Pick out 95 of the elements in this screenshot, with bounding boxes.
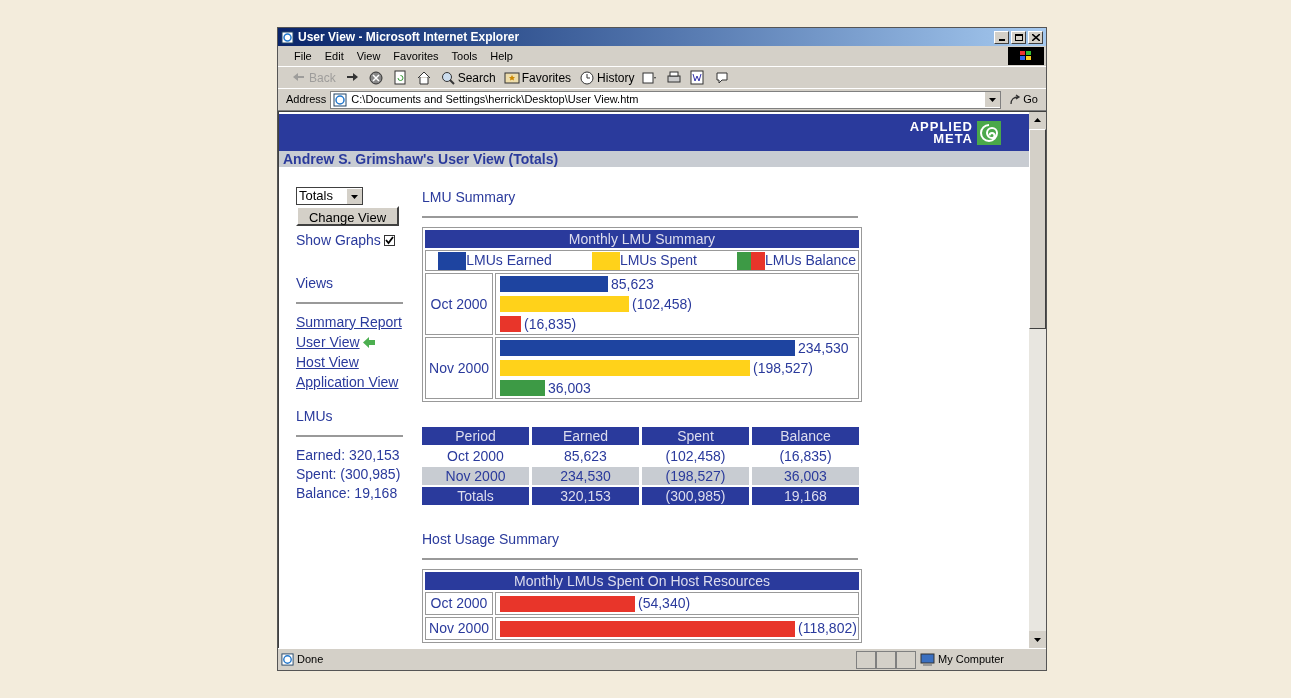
page-icon (333, 92, 348, 107)
table-cell-text: (102,458) (664, 447, 727, 465)
status-text: Done (297, 652, 324, 668)
spiral-logo-icon (977, 120, 1001, 145)
maximize-icon (1014, 33, 1023, 41)
legend-label: LMUs Earned (466, 251, 552, 270)
logo-text: APPLIED (909, 120, 973, 133)
refresh-icon (391, 69, 408, 86)
table-cell: Nov 2000 (422, 467, 529, 485)
close-button[interactable] (1028, 30, 1043, 44)
menu-item[interactable]: Favorites (387, 47, 445, 65)
page-icon (281, 653, 294, 666)
legend-label: LMUs Spent (619, 251, 697, 270)
security-zone-text: My Computer (938, 652, 1005, 668)
chart-title: Monthly LMUs Spent On Host Resources (425, 572, 859, 590)
vertical-scrollbar[interactable] (1029, 112, 1046, 648)
section-heading: LMUs (296, 407, 334, 426)
globe-page-icon (281, 30, 294, 44)
printer-icon (666, 69, 683, 86)
bar-value-label: 85,623 (610, 274, 654, 294)
checkmark-icon (384, 236, 394, 245)
view-link[interactable]: Summary Report (296, 311, 402, 333)
menu-item[interactable]: Edit (318, 47, 350, 65)
table-cell: 36,003 (752, 467, 859, 485)
status-bar-panel (896, 650, 916, 669)
bar-value-label: 36,003 (547, 378, 591, 398)
go-button[interactable]: Go (1005, 91, 1042, 108)
table-cell-text: Oct 2000 (446, 447, 505, 465)
column-header: Period (422, 427, 529, 445)
toolbar-button[interactable]: Search (436, 67, 499, 88)
category-label: Oct 2000 (425, 273, 493, 335)
stop-icon (367, 69, 384, 86)
view-link[interactable]: User View (296, 331, 375, 353)
totals-cell: (300,985) (642, 487, 749, 505)
change-view-button[interactable]: Change View (296, 206, 399, 226)
category-label: Nov 2000 (425, 617, 493, 640)
scroll-thumb[interactable] (1029, 129, 1046, 329)
view-link[interactable]: Application View (296, 371, 399, 393)
totals-cell: Totals (422, 487, 529, 505)
table-cell: 234,530 (532, 467, 639, 485)
totals-cell: 320,153 (532, 487, 639, 505)
star-folder-icon (503, 69, 520, 86)
home-icon (415, 69, 432, 86)
word-document-icon (690, 69, 707, 86)
category-label: Oct 2000 (425, 592, 493, 615)
bar-value-label: (198,527) (752, 358, 813, 378)
show-graphs-checkbox[interactable] (383, 235, 395, 246)
close-icon (1031, 33, 1040, 41)
logo-text: META (933, 132, 973, 145)
section-heading: Views (296, 274, 335, 293)
section-heading: LMU Summary (422, 188, 517, 207)
toolbar-button[interactable]: Favorites (500, 67, 575, 88)
menu-item[interactable]: View (350, 47, 387, 65)
address-label: Address (286, 92, 327, 108)
menu-item[interactable]: File (288, 47, 318, 65)
computer-icon (920, 652, 935, 667)
lmu-total-text: Spent: (300,985) (296, 465, 402, 483)
toolbar-button[interactable]: History (576, 67, 638, 88)
chart-title: Monthly LMU Summary (425, 230, 859, 248)
lmu-total-text: Earned: 320,153 (296, 446, 401, 464)
speech-bubble-icon (714, 69, 731, 86)
window-title: User View - Microsoft Internet Explorer (298, 29, 521, 46)
left-arrow-icon (362, 336, 375, 348)
show-graphs-label: Show Graphs (296, 231, 381, 250)
maximize-button[interactable] (1011, 30, 1026, 44)
menu-item[interactable]: Help (484, 47, 519, 65)
bar-value-label: (54,340) (637, 594, 691, 613)
clock-icon (579, 69, 596, 86)
bar-value-label: (16,835) (523, 314, 577, 334)
lmu-total-text: Balance: 19,168 (296, 484, 399, 502)
bar-value-label: 234,530 (797, 338, 849, 358)
table-cell: (198,527) (642, 467, 749, 485)
windows-logo-icon (1008, 47, 1044, 65)
table-cell-text: (16,835) (778, 447, 833, 465)
go-arrow-icon (1009, 93, 1022, 106)
table-cell-text: 85,623 (563, 447, 608, 465)
column-header: Spent (642, 427, 749, 445)
bar-value-label: (118,802) (797, 619, 857, 638)
totals-cell: 19,168 (752, 487, 859, 505)
section-heading: Host Usage Summary (422, 530, 560, 549)
status-bar-panel (876, 650, 896, 669)
view-link[interactable]: Host View (296, 351, 359, 373)
minimize-button[interactable] (994, 30, 1009, 44)
minimize-icon (998, 38, 1005, 41)
menu-item[interactable]: Tools (445, 47, 484, 65)
category-label: Nov 2000 (425, 337, 493, 399)
column-header: Balance (752, 427, 859, 445)
search-icon (439, 69, 456, 86)
page-title: Andrew S. Grimshaw's User View (Totals) (283, 149, 559, 169)
legend-label: LMUs Balance (764, 251, 856, 270)
address-field[interactable]: C:\Documents and Settings\herrick\Desktop\User View.htm (330, 90, 1002, 109)
bar-value-label: (102,458) (631, 294, 692, 314)
status-bar-panel (856, 650, 876, 669)
column-header: Earned (532, 427, 639, 445)
view-dropdown[interactable]: Totals (296, 187, 363, 205)
